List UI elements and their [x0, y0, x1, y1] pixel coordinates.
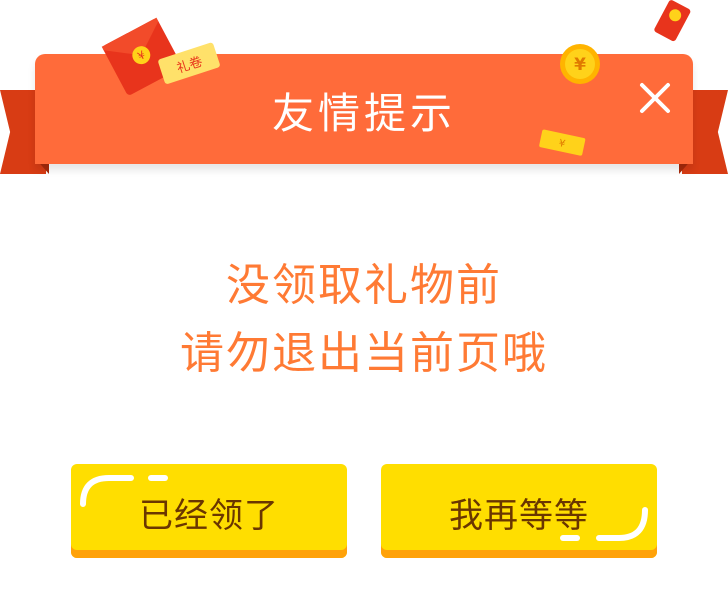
small-envelope-icon — [654, 0, 691, 42]
already-claimed-button[interactable]: 已经领了 — [71, 464, 347, 558]
already-claimed-label: 已经领了 — [139, 496, 279, 536]
close-button[interactable] — [633, 76, 677, 120]
message-line-1: 没领取礼物前 — [226, 260, 502, 311]
coupon-ticket-icon: 礼卷 — [158, 42, 220, 84]
close-icon — [640, 83, 670, 113]
wait-button[interactable]: 我再等等 — [381, 464, 657, 558]
wait-label: 我再等等 — [449, 496, 589, 536]
dialog-message: 没领取礼物前 请勿退出当前页哦 — [0, 252, 728, 388]
gold-coin-icon: ¥ — [560, 44, 600, 84]
svg-text:¥: ¥ — [574, 55, 586, 75]
small-ticket-icon: ¥ — [539, 129, 586, 156]
message-line-2: 请勿退出当前页哦 — [180, 328, 548, 379]
gift-reminder-dialog: 友情提示 ¥ 礼卷 ¥ ¥ 没领取礼物前 请勿退出当前页哦 已经领了 我再等等 — [0, 0, 728, 611]
